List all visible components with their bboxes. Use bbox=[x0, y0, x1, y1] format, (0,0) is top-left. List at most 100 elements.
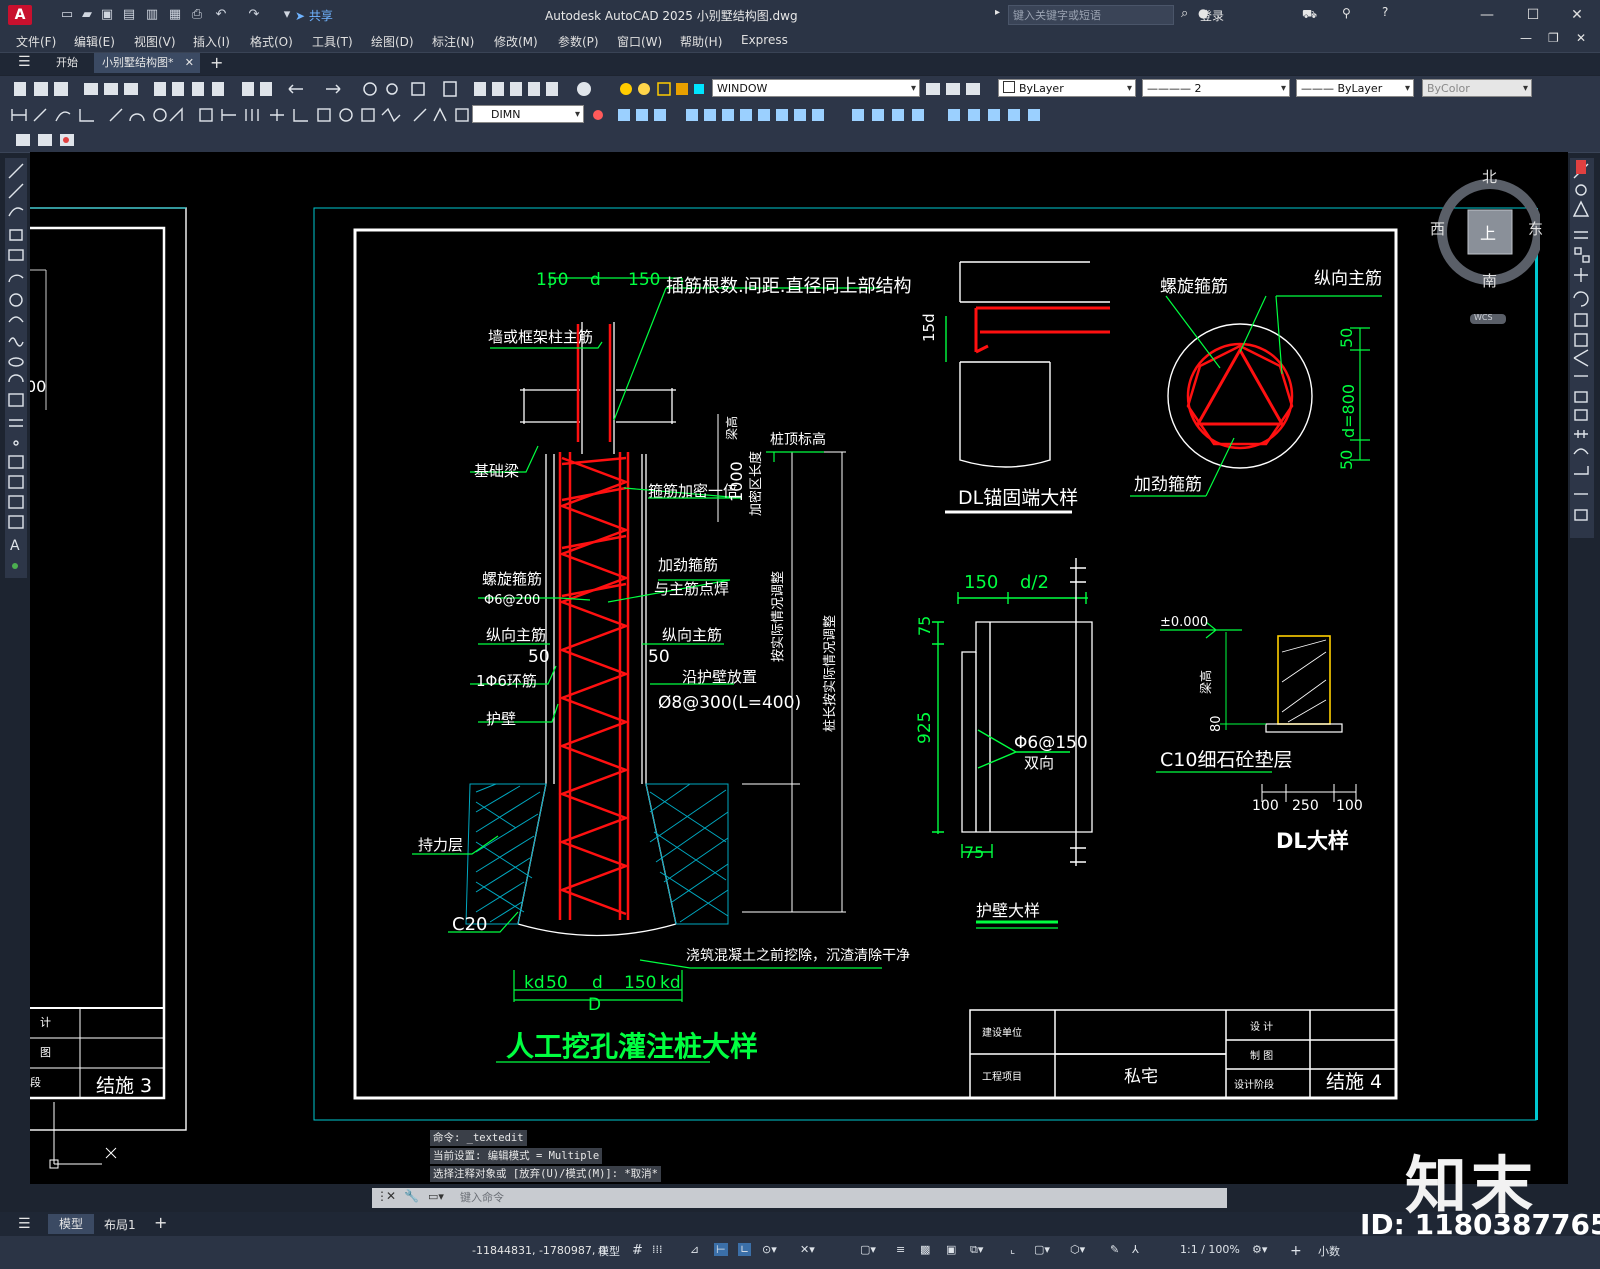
print-icon[interactable]: ⎙ bbox=[188, 6, 206, 24]
doc-close-button[interactable]: ✕ bbox=[1576, 31, 1586, 45]
menu-tools[interactable]: 工具(T) bbox=[312, 33, 353, 50]
share-button[interactable]: ➤ 共享 bbox=[295, 7, 333, 24]
menu-file[interactable]: 文件(F) bbox=[16, 33, 56, 50]
wcs-menu[interactable]: WCS bbox=[1474, 313, 1493, 322]
command-customize-icon[interactable]: 🔧 bbox=[404, 1189, 419, 1203]
command-input[interactable]: 键入命令 bbox=[460, 1190, 1220, 1206]
save-icon[interactable]: ▣ bbox=[98, 6, 116, 24]
layer-dropdown[interactable]: WINDOW bbox=[712, 79, 920, 98]
close-button[interactable]: ✕ bbox=[1560, 4, 1594, 26]
3d-osnap-icon[interactable]: ⧉▾ bbox=[970, 1243, 983, 1257]
file-tab-bar bbox=[0, 52, 1600, 75]
lbl-wall-spec: Φ6@150 bbox=[1014, 733, 1088, 753]
customize-chevron-icon[interactable]: ▾ bbox=[278, 6, 296, 24]
snap-icon[interactable]: ⁞⁞⁞ bbox=[652, 1243, 663, 1256]
linetype-dropdown[interactable]: ———— 2 bbox=[1142, 79, 1290, 98]
modify-toolbar[interactable] bbox=[1570, 158, 1594, 538]
autocad-app-icon[interactable]: A bbox=[8, 5, 32, 25]
transparency-icon[interactable]: ▩ bbox=[920, 1243, 930, 1256]
units-dropdown[interactable]: 小数 bbox=[1318, 1243, 1340, 1259]
grid-icon[interactable]: # bbox=[632, 1243, 643, 1258]
search-icon[interactable]: ⌕ bbox=[1181, 6, 1188, 21]
help-icon[interactable]: ? bbox=[1382, 5, 1388, 19]
hamburger-menu-icon[interactable]: ☰ bbox=[18, 54, 31, 70]
viewcube-top-face[interactable]: 上 bbox=[1480, 220, 1496, 244]
minimize-button[interactable]: — bbox=[1470, 4, 1504, 26]
ortho-icon[interactable]: ∟ bbox=[738, 1243, 752, 1256]
lbl-long-bar-right: 纵向主筋 bbox=[662, 626, 722, 644]
viewcube-west[interactable]: 西 bbox=[1430, 218, 1445, 239]
menu-draw[interactable]: 绘图(D) bbox=[371, 33, 414, 50]
model-space-toggle[interactable]: 模型 bbox=[598, 1243, 620, 1259]
polar-tracking-icon[interactable]: ⊙▾ bbox=[762, 1243, 777, 1256]
dimstyle-dropdown[interactable]: DIMN bbox=[472, 105, 584, 124]
properties-toolbar-icons[interactable] bbox=[466, 80, 606, 98]
auto-scale-icon[interactable]: ⅄ bbox=[1132, 1243, 1139, 1256]
isometric-icon[interactable]: ✕▾ bbox=[800, 1243, 815, 1256]
doc-restore-button[interactable]: ❐ bbox=[1548, 31, 1559, 45]
tab-current-drawing[interactable]: 小别墅结构图* ✕ bbox=[94, 53, 200, 73]
dynamic-input-icon[interactable]: ⊢ bbox=[714, 1243, 728, 1256]
chevron-right-icon[interactable]: ▸ bbox=[995, 7, 1000, 18]
annotation-visibility-icon[interactable]: ✎ bbox=[1110, 1243, 1119, 1256]
menu-view[interactable]: 视图(V) bbox=[134, 33, 176, 50]
redo-icon[interactable]: ↷ bbox=[245, 6, 263, 24]
viewcube-south[interactable]: 南 bbox=[1482, 270, 1497, 291]
menu-window[interactable]: 窗口(W) bbox=[617, 33, 662, 50]
draw-toolbar[interactable]: A bbox=[5, 158, 27, 578]
annotation-scale[interactable]: 1:1 / 100% bbox=[1180, 1243, 1240, 1256]
menu-modify[interactable]: 修改(M) bbox=[494, 33, 538, 50]
lineweight-dropdown[interactable]: ——— ByLayer bbox=[1296, 79, 1414, 98]
drawing-canvas[interactable]: 计 图 段 结施 3 00 建设单位 工程项目 私宅 设 计 制 图 设计阶段 … bbox=[30, 152, 1568, 1184]
color-dropdown[interactable]: ByLayer bbox=[998, 79, 1136, 98]
lineweight-icon[interactable]: ≡ bbox=[896, 1243, 905, 1256]
workspace-gear-icon[interactable]: ⚙▾ bbox=[1252, 1243, 1267, 1256]
autodesk-account-icon[interactable]: ⚲ bbox=[1342, 6, 1351, 20]
dimension-toolbar-icons[interactable] bbox=[10, 106, 470, 124]
gizmo-icon[interactable]: ⬡▾ bbox=[1070, 1243, 1085, 1256]
view-toolbar-icons[interactable] bbox=[590, 106, 1070, 124]
plotstyle-dropdown[interactable]: ByColor bbox=[1422, 79, 1532, 98]
dynamic-ucs-icon[interactable]: ⌞ bbox=[1010, 1243, 1015, 1256]
menu-dimension[interactable]: 标注(N) bbox=[432, 33, 474, 50]
doc-minimize-button[interactable]: — bbox=[1520, 31, 1532, 45]
tab-model[interactable]: 模型 bbox=[48, 1214, 94, 1234]
menu-insert[interactable]: 插入(I) bbox=[193, 33, 230, 50]
command-recent-icon[interactable]: ▭▾ bbox=[428, 1190, 444, 1203]
new-layout-button[interactable]: + bbox=[154, 1213, 167, 1232]
menu-edit[interactable]: 编辑(E) bbox=[74, 33, 115, 50]
menu-express[interactable]: Express bbox=[741, 33, 788, 47]
annotation-monitor-icon[interactable]: + bbox=[1290, 1243, 1302, 1259]
object-snap-icon[interactable]: ▢▾ bbox=[860, 1243, 876, 1256]
menu-format[interactable]: 格式(O) bbox=[250, 33, 293, 50]
maximize-button[interactable]: ☐ bbox=[1516, 4, 1550, 26]
help-search-input[interactable]: 键入关键字或短语 bbox=[1008, 5, 1174, 25]
save-as-icon[interactable]: ▤ bbox=[120, 6, 138, 24]
layout-menu-icon[interactable]: ☰ bbox=[18, 1216, 31, 1232]
selection-cycling-icon[interactable]: ▣ bbox=[946, 1243, 956, 1256]
plot-preview-icon[interactable]: ▦ bbox=[166, 6, 184, 24]
infer-constraints-icon[interactable]: ⊿ bbox=[690, 1243, 699, 1256]
layer-tools-icons[interactable] bbox=[924, 80, 984, 98]
extra-toolbar-icons[interactable] bbox=[14, 132, 84, 148]
tab-start[interactable]: 开始 bbox=[50, 54, 84, 72]
layer-state-icons[interactable] bbox=[618, 80, 718, 98]
close-tab-icon[interactable]: ✕ bbox=[185, 53, 194, 73]
menu-help[interactable]: 帮助(H) bbox=[680, 33, 722, 50]
standard-toolbar-icons[interactable] bbox=[14, 80, 474, 98]
new-tab-button[interactable]: + bbox=[210, 53, 223, 72]
login-button[interactable]: 登录 bbox=[1200, 7, 1224, 24]
command-close-icon[interactable]: ✕ bbox=[386, 1189, 396, 1203]
menu-parametric[interactable]: 参数(P) bbox=[558, 33, 599, 50]
viewcube-north[interactable]: 北 bbox=[1482, 166, 1497, 187]
tab-layout1[interactable]: 布局1 bbox=[104, 1216, 136, 1233]
cart-icon[interactable]: ⛟ bbox=[1302, 7, 1317, 23]
undo-icon[interactable]: ↶ bbox=[212, 6, 230, 24]
publish-icon[interactable]: ▥ bbox=[143, 6, 161, 24]
open-folder-icon[interactable]: ▰ bbox=[78, 6, 96, 24]
selection-filter-icon[interactable]: ▢▾ bbox=[1034, 1243, 1050, 1256]
new-file-icon[interactable]: ▭ bbox=[58, 6, 76, 24]
viewcube-east[interactable]: 东 bbox=[1528, 218, 1543, 239]
coordinates-readout[interactable]: -11844831, -1780987, 0 bbox=[472, 1244, 606, 1257]
viewcube[interactable]: 北 南 东 西 上 WCS bbox=[1430, 168, 1543, 324]
